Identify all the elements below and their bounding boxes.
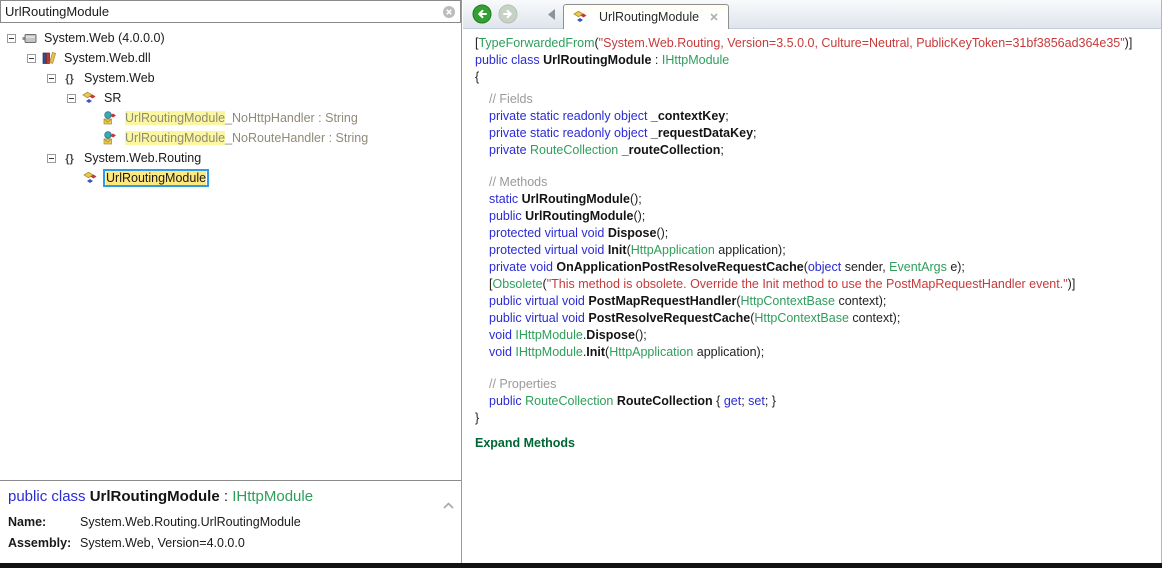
code-line: {	[475, 69, 1161, 86]
expand-methods-link[interactable]: Expand Methods	[475, 436, 575, 450]
code-line: [TypeForwardedFrom("System.Web.Routing, …	[475, 35, 1161, 52]
code-line: public virtual void PostResolveRequestCa…	[475, 310, 1161, 327]
dll-icon	[42, 51, 57, 65]
class-icon	[573, 10, 588, 24]
field-icon	[103, 131, 118, 145]
code-line: public UrlRoutingModule();	[475, 208, 1161, 225]
code-view: [TypeForwardedFrom("System.Web.Routing, …	[463, 29, 1161, 563]
namespace-icon: {}	[62, 71, 77, 85]
tree-label: System.Web.dll	[62, 50, 153, 66]
code-line: public virtual void PostMapRequestHandle…	[475, 293, 1161, 310]
details-assembly-value: System.Web, Version=4.0.0.0	[80, 533, 245, 554]
code-line: private void OnApplicationPostResolveReq…	[475, 259, 1161, 276]
tree-label: SR	[102, 90, 123, 106]
tree-expander-icon[interactable]	[27, 54, 36, 63]
tree-label: UrlRoutingModule_NoRouteHandler : String	[123, 130, 370, 146]
details-name-value: System.Web.Routing.UrlRoutingModule	[80, 512, 301, 533]
search-input[interactable]	[5, 2, 442, 21]
svg-text:{}: {}	[65, 153, 74, 165]
code-line: // Properties	[475, 376, 1161, 393]
assembly-icon	[22, 31, 37, 45]
reflector-window: System.Web (4.0.0.0) System.Web.dll {} Syst…	[0, 0, 1162, 568]
tab-scroll-left-icon[interactable]	[546, 8, 557, 21]
forward-button[interactable]	[498, 4, 518, 24]
tree-expander-icon[interactable]	[47, 74, 56, 83]
tab-label: UrlRoutingModule	[599, 10, 699, 24]
tree-row[interactable]: {} System.Web.Routing	[0, 148, 461, 168]
code-line: protected virtual void Init(HttpApplicat…	[475, 242, 1161, 259]
details-name-row: Name: System.Web.Routing.UrlRoutingModul…	[8, 512, 451, 533]
tree-label: UrlRoutingModule	[103, 169, 209, 187]
code-line: public class UrlRoutingModule : IHttpMod…	[475, 52, 1161, 69]
details-panel: public class UrlRoutingModule : IHttpMod…	[0, 480, 461, 563]
scroll-up-icon[interactable]	[442, 497, 455, 515]
assembly-browser-panel: System.Web (4.0.0.0) System.Web.dll {} Syst…	[0, 0, 462, 563]
details-assembly-label: Assembly:	[8, 533, 80, 554]
tree-expander-icon[interactable]	[7, 34, 16, 43]
field-icon	[103, 111, 118, 125]
code-blank-line	[475, 159, 1161, 174]
tree-row[interactable]: UrlRoutingModule_NoRouteHandler : String	[0, 128, 461, 148]
code-line: // Fields	[475, 91, 1161, 108]
code-line: [Obsolete("This method is obsolete. Over…	[475, 276, 1161, 293]
tab-bar: UrlRoutingModule	[463, 0, 1161, 29]
code-line: // Methods	[475, 174, 1161, 191]
class-icon	[83, 171, 98, 185]
details-signature: public class UrlRoutingModule : IHttpMod…	[8, 488, 451, 505]
tab-urlroutingmodule[interactable]: UrlRoutingModule	[563, 4, 729, 29]
code-panel: UrlRoutingModule [TypeForwardedFrom("Sys…	[463, 0, 1162, 563]
tree-row[interactable]: SR	[0, 88, 461, 108]
code-line: }	[475, 410, 1161, 427]
tree-label: System.Web (4.0.0.0)	[42, 30, 167, 46]
code-line: static UrlRoutingModule();	[475, 191, 1161, 208]
tree-row[interactable]: {} System.Web	[0, 68, 461, 88]
code-line: private static readonly object _requestD…	[475, 125, 1161, 142]
tree-expander-icon[interactable]	[47, 154, 56, 163]
tree-label: System.Web	[82, 70, 157, 86]
tree-row[interactable]: System.Web (4.0.0.0)	[0, 28, 461, 48]
clear-search-icon[interactable]	[442, 5, 456, 19]
tree-label: UrlRoutingModule_NoHttpHandler : String	[123, 110, 360, 126]
code-line: void IHttpModule.Dispose();	[475, 327, 1161, 344]
details-name-label: Name:	[8, 512, 80, 533]
code-line: void IHttpModule.Init(HttpApplication ap…	[475, 344, 1161, 361]
assembly-tree: System.Web (4.0.0.0) System.Web.dll {} Syst…	[0, 23, 461, 480]
window-bottom-edge	[0, 563, 1162, 568]
details-assembly-row: Assembly: System.Web, Version=4.0.0.0	[8, 533, 451, 554]
code-line: private static readonly object _contextK…	[475, 108, 1161, 125]
code-blank-line	[475, 361, 1161, 376]
namespace-icon: {}	[62, 151, 77, 165]
tab-close-icon[interactable]	[709, 12, 719, 22]
tree-label: System.Web.Routing	[82, 150, 203, 166]
code-line[interactable]: Expand Methods	[475, 435, 1161, 452]
tree-expander-icon[interactable]	[67, 94, 76, 103]
class-icon	[82, 91, 97, 105]
tree-row[interactable]: UrlRoutingModule_NoHttpHandler : String	[0, 108, 461, 128]
tree-row[interactable]: UrlRoutingModule	[0, 168, 461, 188]
svg-text:{}: {}	[65, 73, 74, 85]
code-line: private RouteCollection _routeCollection…	[475, 142, 1161, 159]
back-button[interactable]	[472, 4, 492, 24]
code-line: public RouteCollection RouteCollection {…	[475, 393, 1161, 410]
search-bar	[0, 0, 461, 23]
tree-row[interactable]: System.Web.dll	[0, 48, 461, 68]
code-line: protected virtual void Dispose();	[475, 225, 1161, 242]
